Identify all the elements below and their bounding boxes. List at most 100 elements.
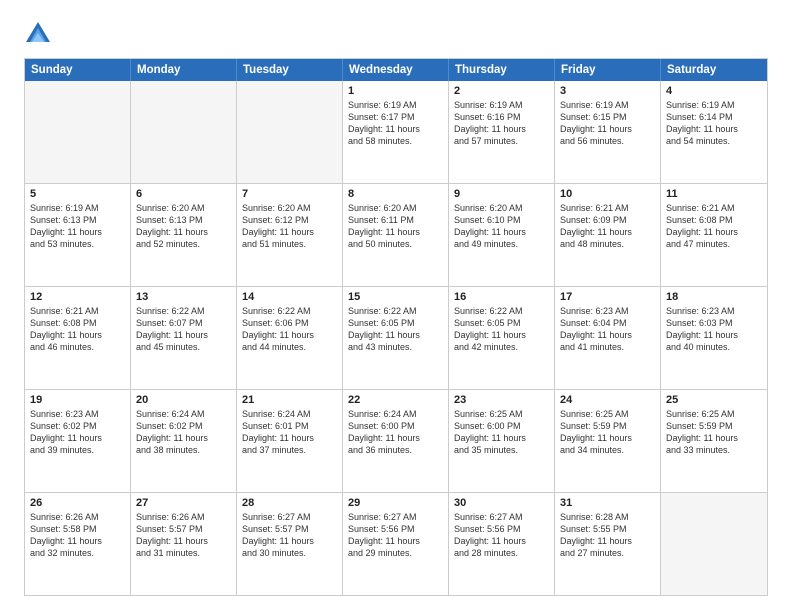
day-number: 11 [666,188,762,200]
day-cell-2: 2Sunrise: 6:19 AMSunset: 6:16 PMDaylight… [449,81,555,183]
cell-info: Sunrise: 6:25 AMSunset: 6:00 PMDaylight:… [454,408,549,457]
day-number: 4 [666,85,762,97]
day-number: 16 [454,291,549,303]
day-cell-5: 5 Sunrise: 6:19 AMSunset: 6:13 PMDaylight… [25,184,131,286]
cell-info: Sunrise: 6:20 AMSunset: 6:13 PMDaylight:… [136,202,231,251]
day-cell-8: 8 Sunrise: 6:20 AMSunset: 6:11 PMDaylight… [343,184,449,286]
day-cell-6: 6 Sunrise: 6:20 AMSunset: 6:13 PMDaylight… [131,184,237,286]
weekday-header-friday: Friday [555,59,661,81]
empty-cell [25,81,131,183]
day-number: 14 [242,291,337,303]
cell-info: Sunrise: 6:28 AMSunset: 5:55 PMDaylight:… [560,511,655,560]
cell-info: Sunrise: 6:24 AMSunset: 6:00 PMDaylight:… [348,408,443,457]
day-cell-25: 25Sunrise: 6:25 AMSunset: 5:59 PMDayligh… [661,390,767,492]
day-cell-28: 28 Sunrise: 6:27 AMSunset: 5:57 PMDayligh… [237,493,343,595]
day-number: 15 [348,291,443,303]
day-number: 8 [348,188,443,200]
day-number: 10 [560,188,655,200]
day-cell-22: 22 Sunrise: 6:24 AMSunset: 6:00 PMDayligh… [343,390,449,492]
day-cell-10: 10 Sunrise: 6:21 AMSunset: 6:09 PMDayligh… [555,184,661,286]
cell-info: Sunrise: 6:26 AMSunset: 5:57 PMDaylight:… [136,511,231,560]
cell-info: Sunrise: 6:27 AMSunset: 5:56 PMDaylight:… [348,511,443,560]
day-number: 19 [30,394,125,406]
day-number: 26 [30,497,125,509]
day-cell-4: 4Sunrise: 6:19 AMSunset: 6:14 PMDaylight… [661,81,767,183]
calendar-row-4: 26 Sunrise: 6:26 AMSunset: 5:58 PMDayligh… [25,492,767,595]
cell-info: Sunrise: 6:23 AMSunset: 6:02 PMDaylight:… [30,408,125,457]
day-number: 12 [30,291,125,303]
day-cell-18: 18Sunrise: 6:23 AMSunset: 6:03 PMDayligh… [661,287,767,389]
weekday-header-thursday: Thursday [449,59,555,81]
day-cell-13: 13 Sunrise: 6:22 AMSunset: 6:07 PMDayligh… [131,287,237,389]
cell-info: Sunrise: 6:24 AMSunset: 6:01 PMDaylight:… [242,408,337,457]
empty-cell [661,493,767,595]
day-cell-11: 11 Sunrise: 6:21 AMSunset: 6:08 PMDayligh… [661,184,767,286]
header [24,20,768,48]
empty-cell [237,81,343,183]
day-number: 30 [454,497,549,509]
day-number: 22 [348,394,443,406]
day-cell-9: 9 Sunrise: 6:20 AMSunset: 6:10 PMDaylight… [449,184,555,286]
day-cell-7: 7 Sunrise: 6:20 AMSunset: 6:12 PMDaylight… [237,184,343,286]
day-number: 27 [136,497,231,509]
calendar-row-3: 19 Sunrise: 6:23 AMSunset: 6:02 PMDayligh… [25,389,767,492]
cell-info: Sunrise: 6:21 AMSunset: 6:08 PMDaylight:… [30,305,125,354]
day-cell-14: 14 Sunrise: 6:22 AMSunset: 6:06 PMDayligh… [237,287,343,389]
weekday-header-saturday: Saturday [661,59,767,81]
day-number: 21 [242,394,337,406]
cell-info: Sunrise: 6:22 AMSunset: 6:06 PMDaylight:… [242,305,337,354]
cell-info: Sunrise: 6:20 AMSunset: 6:10 PMDaylight:… [454,202,549,251]
day-number: 6 [136,188,231,200]
weekday-header-wednesday: Wednesday [343,59,449,81]
day-number: 20 [136,394,231,406]
cell-info: Sunrise: 6:21 AMSunset: 6:08 PMDaylight:… [666,202,762,251]
cell-info: Sunrise: 6:23 AMSunset: 6:04 PMDaylight:… [560,305,655,354]
day-number: 23 [454,394,549,406]
day-number: 13 [136,291,231,303]
day-cell-12: 12 Sunrise: 6:21 AMSunset: 6:08 PMDayligh… [25,287,131,389]
cell-info: Sunrise: 6:24 AMSunset: 6:02 PMDaylight:… [136,408,231,457]
day-number: 7 [242,188,337,200]
day-cell-3: 3Sunrise: 6:19 AMSunset: 6:15 PMDaylight… [555,81,661,183]
day-number: 25 [666,394,762,406]
weekday-header-tuesday: Tuesday [237,59,343,81]
cell-info: Sunrise: 6:22 AMSunset: 6:05 PMDaylight:… [454,305,549,354]
day-number: 18 [666,291,762,303]
cell-info: Sunrise: 6:27 AMSunset: 5:57 PMDaylight:… [242,511,337,560]
day-cell-30: 30Sunrise: 6:27 AMSunset: 5:56 PMDayligh… [449,493,555,595]
cell-info: Sunrise: 6:26 AMSunset: 5:58 PMDaylight:… [30,511,125,560]
day-cell-20: 20 Sunrise: 6:24 AMSunset: 6:02 PMDayligh… [131,390,237,492]
day-cell-15: 15 Sunrise: 6:22 AMSunset: 6:05 PMDayligh… [343,287,449,389]
day-cell-23: 23 Sunrise: 6:25 AMSunset: 6:00 PMDayligh… [449,390,555,492]
day-number: 24 [560,394,655,406]
calendar-row-0: 1Sunrise: 6:19 AMSunset: 6:17 PMDaylight… [25,81,767,183]
day-number: 9 [454,188,549,200]
day-number: 3 [560,85,655,97]
day-cell-1: 1Sunrise: 6:19 AMSunset: 6:17 PMDaylight… [343,81,449,183]
day-number: 31 [560,497,655,509]
day-cell-26: 26 Sunrise: 6:26 AMSunset: 5:58 PMDayligh… [25,493,131,595]
page: SundayMondayTuesdayWednesdayThursdayFrid… [0,0,792,612]
logo [24,20,56,48]
logo-icon [24,20,52,48]
day-cell-24: 24 Sunrise: 6:25 AMSunset: 5:59 PMDayligh… [555,390,661,492]
calendar: SundayMondayTuesdayWednesdayThursdayFrid… [24,58,768,596]
cell-info: Sunrise: 6:19 AMSunset: 6:17 PMDaylight:… [348,99,443,148]
cell-info: Sunrise: 6:22 AMSunset: 6:07 PMDaylight:… [136,305,231,354]
calendar-row-2: 12 Sunrise: 6:21 AMSunset: 6:08 PMDayligh… [25,286,767,389]
day-cell-16: 16 Sunrise: 6:22 AMSunset: 6:05 PMDayligh… [449,287,555,389]
cell-info: Sunrise: 6:20 AMSunset: 6:11 PMDaylight:… [348,202,443,251]
cell-info: Sunrise: 6:21 AMSunset: 6:09 PMDaylight:… [560,202,655,251]
cell-info: Sunrise: 6:20 AMSunset: 6:12 PMDaylight:… [242,202,337,251]
calendar-header: SundayMondayTuesdayWednesdayThursdayFrid… [25,59,767,81]
cell-info: Sunrise: 6:22 AMSunset: 6:05 PMDaylight:… [348,305,443,354]
day-number: 29 [348,497,443,509]
day-cell-27: 27 Sunrise: 6:26 AMSunset: 5:57 PMDayligh… [131,493,237,595]
day-cell-31: 31 Sunrise: 6:28 AMSunset: 5:55 PMDayligh… [555,493,661,595]
cell-info: Sunrise: 6:19 AMSunset: 6:13 PMDaylight:… [30,202,125,251]
day-cell-21: 21 Sunrise: 6:24 AMSunset: 6:01 PMDayligh… [237,390,343,492]
day-number: 28 [242,497,337,509]
calendar-body: 1Sunrise: 6:19 AMSunset: 6:17 PMDaylight… [25,81,767,595]
cell-info: Sunrise: 6:25 AMSunset: 5:59 PMDaylight:… [560,408,655,457]
day-number: 5 [30,188,125,200]
